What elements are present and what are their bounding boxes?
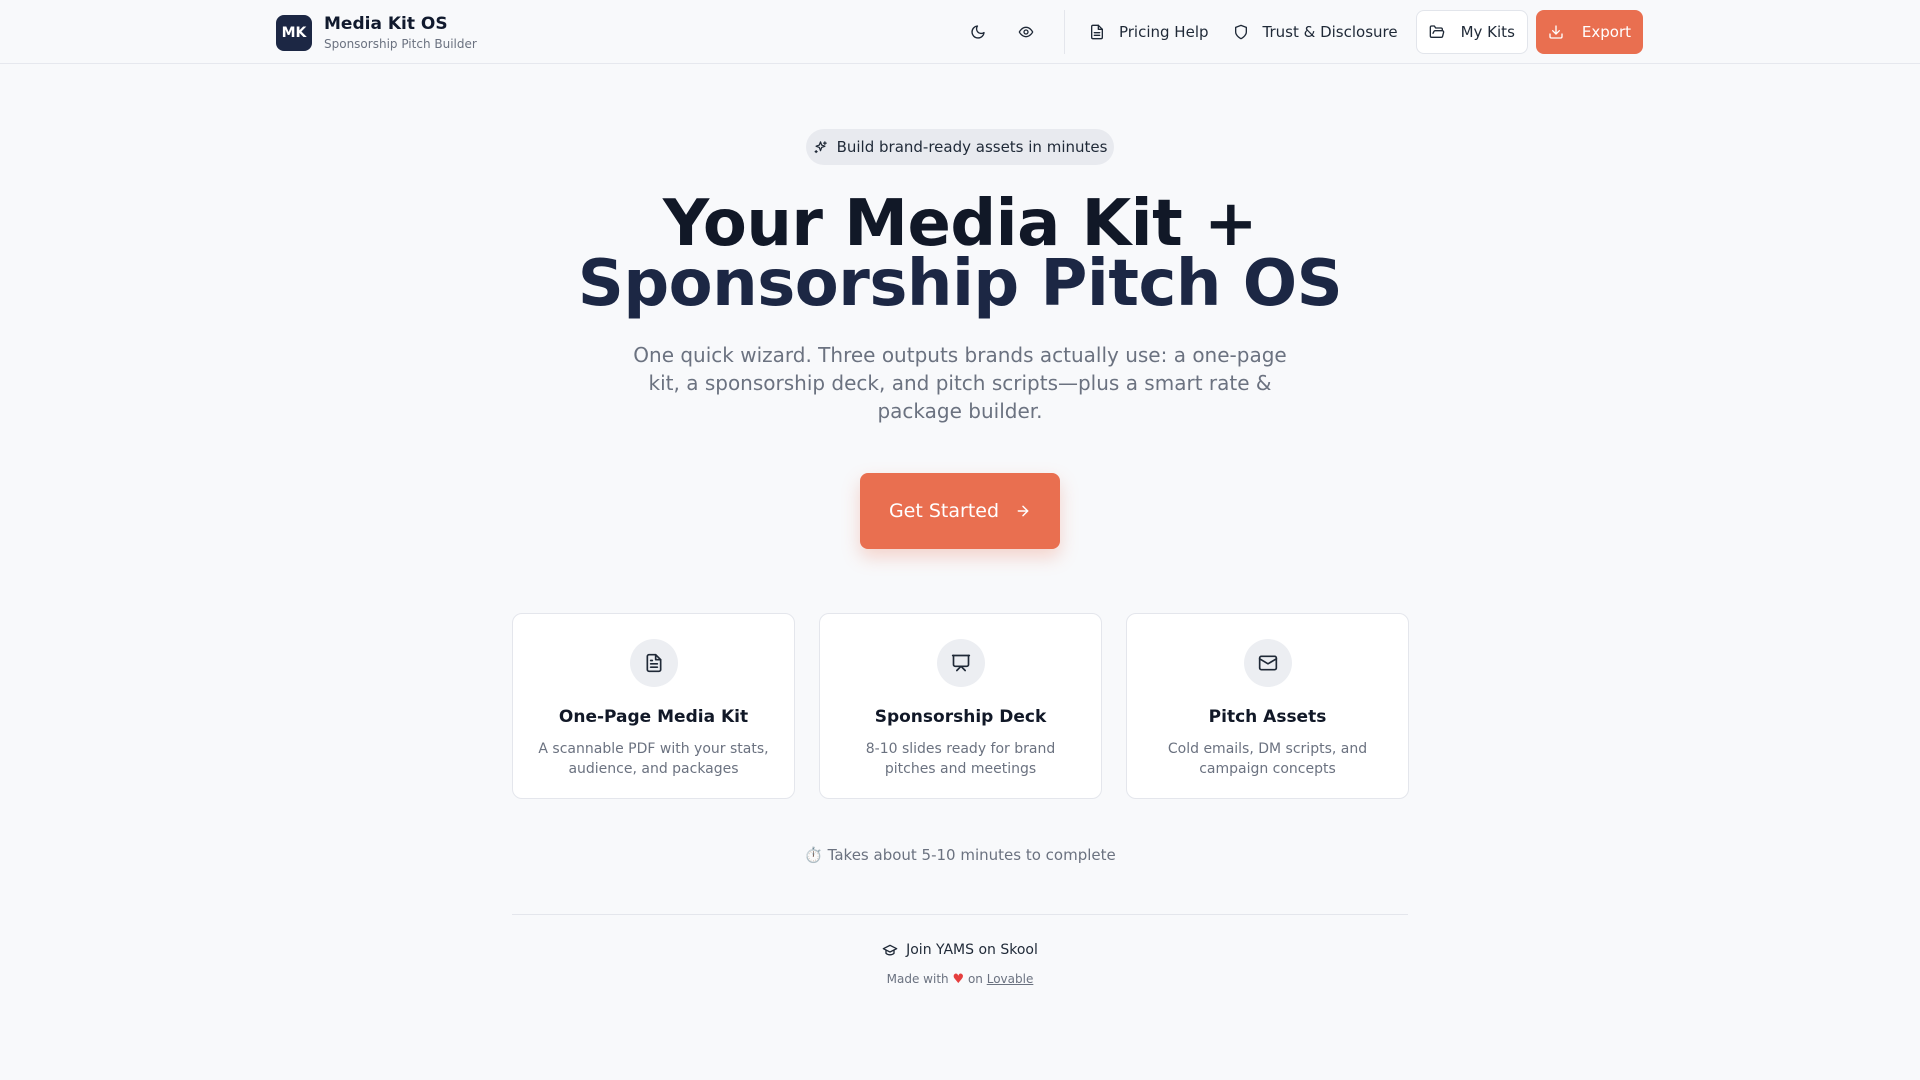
- shield-icon: [1234, 24, 1247, 40]
- app-title: Media Kit OS: [324, 14, 448, 34]
- top-header: MK Media Kit OS Sponsorship Pitch Builde…: [0, 0, 1920, 64]
- sparkles-icon: [814, 140, 827, 153]
- card-description: Cold emails, DM scripts, and campaign co…: [1167, 741, 1368, 777]
- hero-badge: Build brand-ready assets in minutes: [806, 129, 1114, 165]
- app-subtitle: Sponsorship Pitch Builder: [324, 37, 477, 51]
- header-nav: Pricing Help Trust & Disclosure My Kits …: [958, 10, 1643, 54]
- card-title: Sponsorship Deck: [874, 707, 1047, 727]
- card-description: 8-10 slides ready for brand pitches and …: [865, 741, 1056, 777]
- feature-card-media-kit: One-Page Media Kit A scannable PDF with …: [512, 613, 795, 799]
- lovable-link[interactable]: Lovable: [987, 972, 1034, 986]
- folder-open-icon: [1429, 25, 1444, 38]
- file-text-icon: [1090, 24, 1103, 40]
- arrow-right-icon: [1017, 505, 1029, 517]
- hero-title-line2: Sponsorship Pitch OS: [577, 247, 1343, 321]
- eye-icon: [1018, 26, 1034, 38]
- made-with-credit: Made with ♥ on Lovable: [886, 972, 1034, 987]
- presentation-icon: [951, 654, 970, 672]
- mail-icon: [1258, 655, 1277, 671]
- trust-disclosure-link[interactable]: Trust & Disclosure: [1221, 12, 1410, 52]
- pricing-help-link[interactable]: Pricing Help: [1077, 12, 1221, 52]
- card-title: Pitch Assets: [1208, 707, 1327, 727]
- skool-link-label: Join YAMS on Skool: [906, 942, 1038, 958]
- graduation-cap-icon: [882, 944, 898, 956]
- get-started-button[interactable]: Get Started: [860, 473, 1060, 549]
- logo: MK: [276, 15, 312, 51]
- hero-description: One quick wizard. Three outputs brands a…: [633, 343, 1287, 423]
- my-kits-label: My Kits: [1460, 23, 1515, 41]
- my-kits-button[interactable]: My Kits: [1415, 10, 1528, 54]
- hero-badge-text: Build brand-ready assets in minutes: [836, 138, 1108, 156]
- download-icon: [1549, 25, 1563, 39]
- export-button[interactable]: Export: [1535, 10, 1643, 54]
- heart-icon: ♥: [952, 972, 965, 987]
- moon-icon: [971, 25, 985, 39]
- card-description: A scannable PDF with your stats, audienc…: [538, 741, 769, 777]
- hero-title-line1: Your Media Kit +: [662, 187, 1258, 261]
- pricing-help-label: Pricing Help: [1118, 23, 1209, 41]
- card-title: One-Page Media Kit: [558, 707, 749, 727]
- get-started-label: Get Started: [888, 500, 1000, 522]
- brand[interactable]: MK Media Kit OS Sponsorship Pitch Builde…: [276, 14, 477, 52]
- footer-divider: [512, 914, 1408, 915]
- export-label: Export: [1581, 23, 1631, 41]
- nav-divider: [1063, 10, 1065, 54]
- hero-title: Your Media Kit + Sponsorship Pitch OS: [460, 187, 1460, 321]
- document-icon: [646, 653, 661, 673]
- feature-card-deck: Sponsorship Deck 8-10 slides ready for b…: [819, 613, 1102, 799]
- skool-link[interactable]: Join YAMS on Skool: [760, 940, 1160, 960]
- time-estimate: ⏱️ Takes about 5-10 minutes to complete: [804, 846, 1116, 864]
- preview-button[interactable]: [1006, 12, 1046, 52]
- theme-toggle-button[interactable]: [958, 12, 998, 52]
- feature-card-pitch-assets: Pitch Assets Cold emails, DM scripts, an…: [1126, 613, 1409, 799]
- trust-disclosure-label: Trust & Disclosure: [1262, 23, 1398, 41]
